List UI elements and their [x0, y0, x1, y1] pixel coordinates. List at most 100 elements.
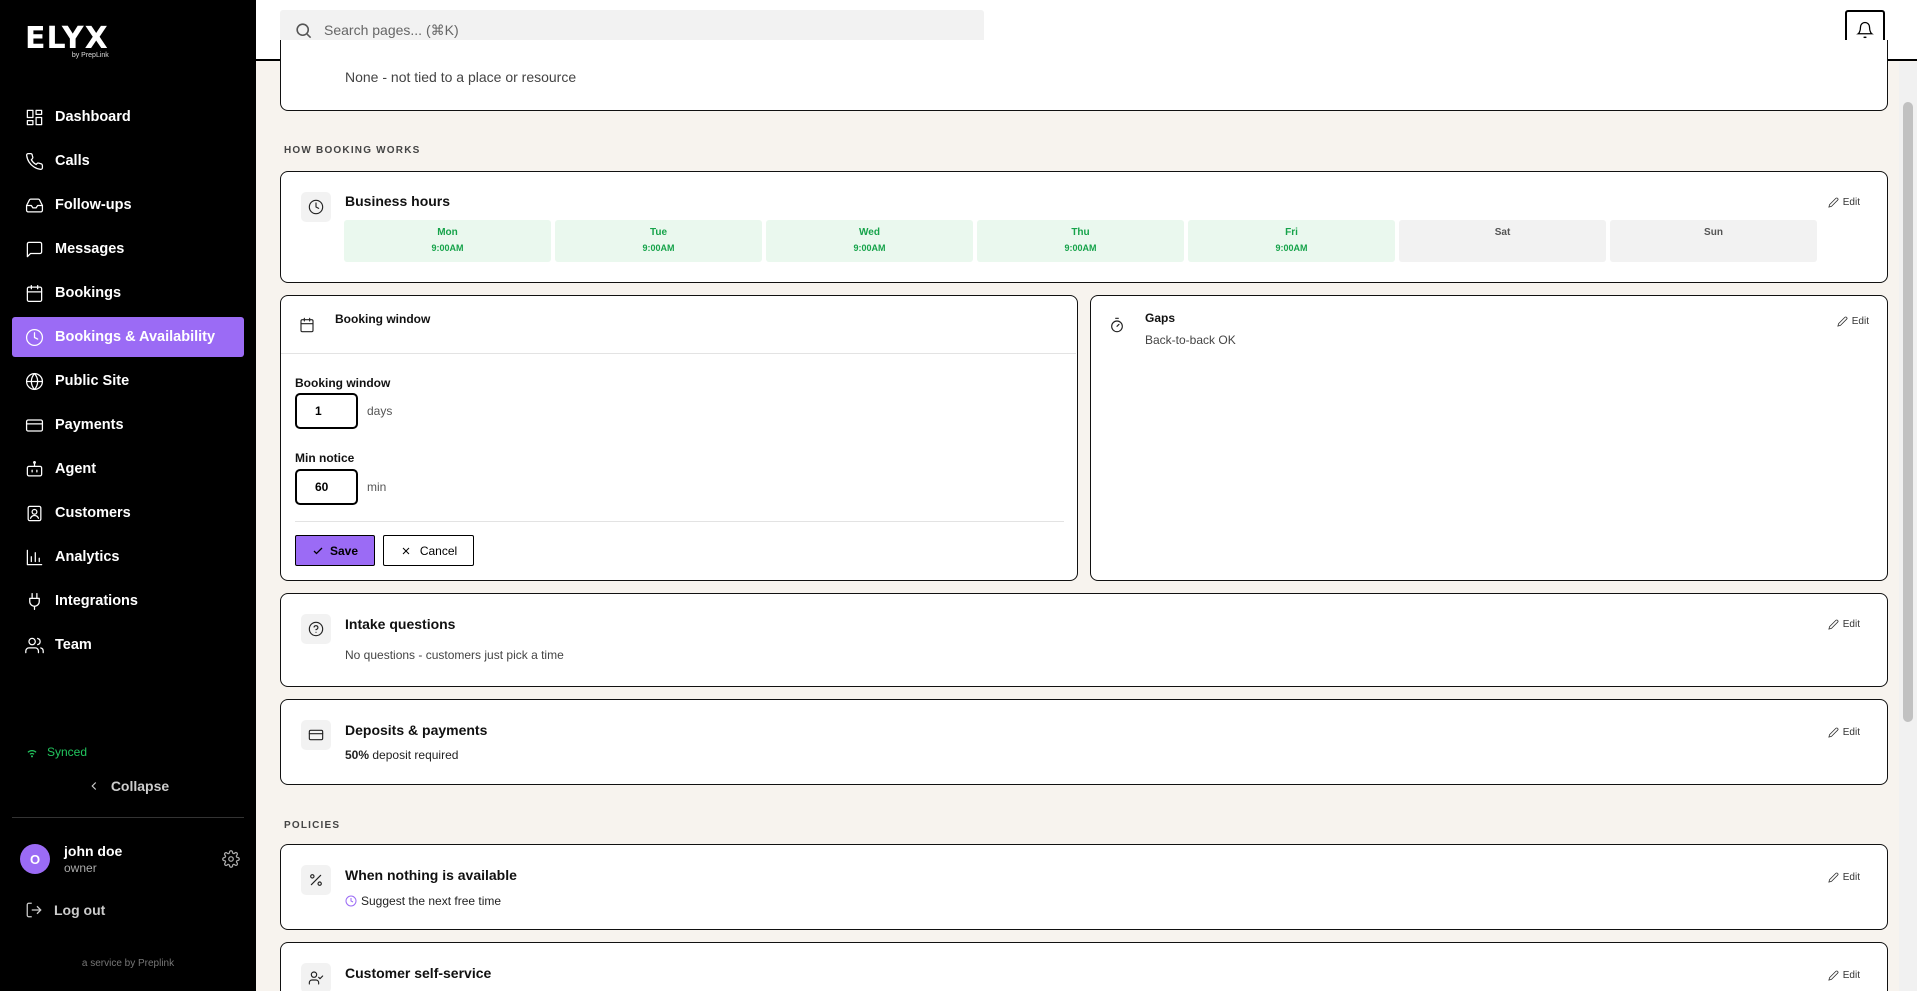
day-time: 9:00AM	[1064, 243, 1097, 253]
day-name: Thu	[1071, 227, 1090, 238]
edit-self-service-button[interactable]: Edit	[1828, 970, 1860, 981]
close-icon	[402, 547, 410, 554]
sidebar-item-messages[interactable]: Messages	[12, 229, 244, 269]
calendar-icon	[24, 283, 44, 303]
edit-business-hours-button[interactable]: Edit	[1828, 197, 1860, 208]
day-name: Sun	[1704, 227, 1723, 238]
sidebar-nav: Dashboard Calls Follow-ups Messages Book…	[12, 97, 244, 669]
card-icon	[24, 415, 44, 435]
min-notice-input[interactable]	[295, 469, 358, 505]
deposits-card: Deposits & payments 50% deposit required…	[280, 699, 1888, 785]
self-service-icon-wrap	[301, 963, 331, 991]
sidebar: ELYX by PrepLink Dashboard Calls Follow-…	[0, 0, 256, 991]
booking-window-header-divider	[281, 353, 1076, 354]
sidebar-item-label: Bookings	[55, 285, 122, 301]
sidebar-item-dashboard[interactable]: Dashboard	[12, 97, 244, 137]
chevron-left-icon	[91, 782, 96, 790]
calendar-icon	[300, 317, 314, 333]
edit-label: Edit	[1842, 197, 1860, 208]
collapse-button[interactable]: Collapse	[0, 778, 256, 794]
intake-questions-card: Intake questions No questions - customer…	[280, 593, 1888, 687]
plug-icon	[24, 591, 44, 611]
day-fri[interactable]: Fri 9:00AM	[1188, 220, 1395, 262]
stopwatch-icon	[1111, 317, 1123, 333]
day-mon[interactable]: Mon 9:00AM	[344, 220, 551, 262]
edit-intake-button[interactable]: Edit	[1828, 619, 1860, 630]
logout-label: Log out	[54, 902, 106, 918]
clock-icon	[345, 895, 357, 907]
help-circle-icon	[308, 621, 324, 637]
save-label: Save	[329, 543, 359, 558]
edit-label: Edit	[1842, 872, 1860, 883]
logout-button[interactable]: Log out	[25, 901, 105, 919]
booking-window-unit: days	[367, 404, 393, 418]
section-label-policies: POLICIES	[284, 820, 341, 831]
day-name: Tue	[649, 227, 668, 238]
sidebar-item-analytics[interactable]: Analytics	[12, 537, 244, 577]
sidebar-item-label: Bookings & Availability	[55, 329, 216, 345]
edit-gaps-button[interactable]: Edit	[1837, 316, 1869, 327]
sidebar-item-label: Customers	[55, 505, 131, 521]
intake-title: Intake questions	[345, 616, 456, 632]
save-button[interactable]: Save	[295, 535, 375, 566]
sidebar-item-integrations[interactable]: Integrations	[12, 581, 244, 621]
clock-icon	[24, 327, 44, 347]
search-input[interactable]	[324, 22, 924, 38]
sidebar-item-label: Team	[55, 637, 92, 653]
message-icon	[24, 239, 44, 259]
day-name: Fri	[1285, 227, 1298, 238]
avatar[interactable]: O	[20, 844, 50, 874]
day-thu[interactable]: Thu 9:00AM	[977, 220, 1184, 262]
cancel-button[interactable]: Cancel	[383, 535, 474, 566]
day-sat[interactable]: Sat	[1399, 220, 1606, 262]
edit-nothing-available-button[interactable]: Edit	[1828, 872, 1860, 883]
sidebar-item-label: Messages	[55, 241, 125, 257]
bell-icon	[1856, 21, 1874, 39]
sidebar-item-team[interactable]: Team	[12, 625, 244, 665]
sidebar-item-public-site[interactable]: Public Site	[12, 361, 244, 401]
sidebar-item-agent[interactable]: Agent	[12, 449, 244, 489]
day-time: 9:00AM	[1275, 243, 1308, 253]
clock-icon	[308, 199, 324, 215]
edit-label: Edit	[1842, 727, 1860, 738]
day-tue[interactable]: Tue 9:00AM	[555, 220, 762, 262]
page-scrollbar[interactable]	[1899, 62, 1917, 991]
card-icon	[308, 729, 324, 741]
sidebar-item-label: Payments	[55, 417, 124, 433]
min-notice-field-label: Min notice	[295, 451, 355, 465]
search-icon	[296, 22, 312, 38]
brand-logo[interactable]: ELYX by PrepLink	[25, 21, 109, 60]
user-info: john doe owner	[64, 843, 122, 875]
booking-window-days-input[interactable]	[295, 393, 358, 429]
edit-deposits-button[interactable]: Edit	[1828, 727, 1860, 738]
day-wed[interactable]: Wed 9:00AM	[766, 220, 973, 262]
logo-text: ELYX	[25, 21, 109, 56]
business-hours-card: Business hours Edit Mon 9:00AM Tue 9:00AM …	[280, 171, 1888, 283]
bot-icon	[24, 459, 44, 479]
sidebar-item-payments[interactable]: Payments	[12, 405, 244, 445]
edit-label: Edit	[1851, 316, 1869, 327]
pencil-icon	[1828, 619, 1839, 630]
nothing-available-text: Suggest the next free time	[361, 894, 502, 908]
nothing-available-title: When nothing is available	[345, 867, 517, 883]
users-icon	[24, 635, 44, 655]
sidebar-item-customers[interactable]: Customers	[12, 493, 244, 533]
percent-icon	[310, 874, 322, 886]
chart-icon	[24, 547, 44, 567]
service-credit: a service by Preplink	[81, 958, 175, 969]
dashboard-icon	[24, 107, 44, 127]
deposits-icon-wrap	[301, 720, 331, 750]
booking-window-icon-wrap	[292, 310, 322, 340]
settings-button[interactable]	[222, 850, 240, 873]
day-sun[interactable]: Sun	[1610, 220, 1817, 262]
scrollbar-thumb[interactable]	[1903, 102, 1913, 722]
sidebar-item-calls[interactable]: Calls	[12, 141, 244, 181]
cancel-label: Cancel	[419, 543, 458, 558]
day-name: Wed	[859, 227, 880, 238]
sidebar-item-follow-ups[interactable]: Follow-ups	[12, 185, 244, 225]
sidebar-item-bookings-availability[interactable]: Bookings & Availability	[12, 317, 244, 357]
edit-label: Edit	[1842, 619, 1860, 630]
sidebar-item-bookings[interactable]: Bookings	[12, 273, 244, 313]
sidebar-item-label: Integrations	[55, 593, 138, 609]
gaps-subtitle: Back-to-back OK	[1145, 333, 1236, 347]
